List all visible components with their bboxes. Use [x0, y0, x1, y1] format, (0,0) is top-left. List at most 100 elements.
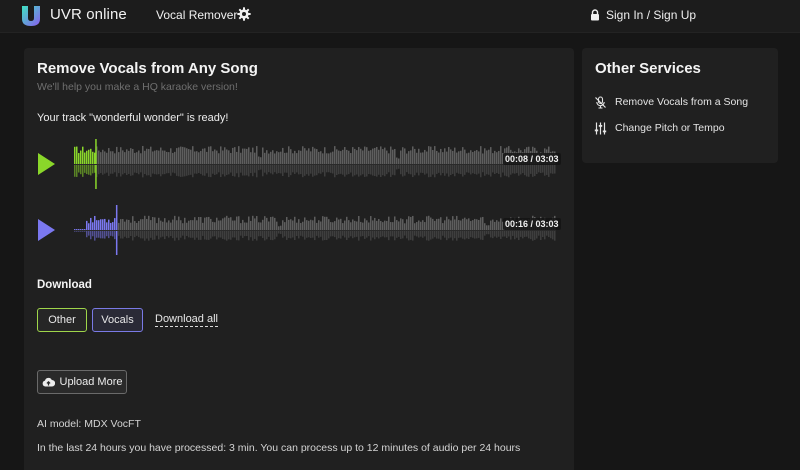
waveform-vocals[interactable]: [74, 205, 556, 255]
wave-bar: [366, 231, 368, 238]
wave-bar: [304, 231, 306, 240]
wave-bar: [188, 149, 190, 164]
wave-bar: [170, 165, 172, 176]
download-vocals-button[interactable]: Vocals: [92, 308, 143, 332]
wave-bar: [352, 219, 354, 230]
wave-bar: [324, 147, 326, 164]
wave-bar: [412, 215, 414, 230]
wave-bar: [74, 229, 76, 230]
wave-bar: [128, 231, 130, 238]
wave-bar: [362, 222, 364, 230]
wave-bar: [476, 219, 478, 230]
wave-bar: [170, 231, 172, 237]
wave-bar: [372, 165, 374, 176]
waveform-other[interactable]: [74, 139, 556, 189]
wave-bar: [186, 222, 188, 230]
wave-bar: [150, 146, 152, 164]
wave-bar: [268, 221, 270, 230]
wave-bar: [294, 165, 296, 174]
wave-bar: [134, 231, 136, 238]
uvr-logo-icon[interactable]: [20, 4, 42, 28]
wave-bar: [452, 165, 454, 174]
play-icon[interactable]: [37, 152, 56, 176]
wave-bar: [102, 149, 104, 164]
wave-bar: [204, 231, 206, 240]
wave-bar: [278, 226, 280, 230]
wave-bar: [516, 231, 518, 238]
wave-bar: [82, 231, 84, 232]
wave-bar: [214, 231, 216, 237]
wave-bar: [464, 231, 466, 240]
wave-bar: [112, 151, 114, 164]
wave-bar: [122, 150, 124, 164]
wave-bar: [154, 217, 156, 230]
wave-bar: [280, 165, 282, 174]
wave-bar: [456, 152, 458, 164]
wave-bar: [108, 231, 110, 239]
wave-bar: [88, 231, 90, 236]
download-all-link[interactable]: Download all: [155, 313, 218, 327]
wave-bar: [108, 219, 110, 230]
wave-bar: [454, 231, 456, 239]
wave-bar: [286, 165, 288, 173]
wave-bar: [466, 153, 468, 164]
service-change-pitch[interactable]: Change Pitch or Tempo: [594, 121, 725, 135]
wave-bar: [374, 165, 376, 176]
wave-bar: [328, 231, 330, 239]
wave-bar: [342, 223, 344, 230]
wave-bar: [366, 220, 368, 230]
wave-bar: [124, 231, 126, 237]
wave-bar: [140, 231, 142, 239]
play-icon[interactable]: [37, 218, 56, 242]
wave-bar: [514, 231, 516, 240]
wave-bar: [208, 231, 210, 240]
wave-bar: [492, 219, 494, 230]
wave-bar: [170, 148, 172, 164]
wave-bar: [420, 221, 422, 230]
wave-bar: [334, 231, 336, 238]
signin-link[interactable]: Sign In / Sign Up: [590, 7, 696, 23]
wave-bar: [462, 165, 464, 177]
wave-bar: [300, 150, 302, 164]
wave-bar: [286, 231, 288, 240]
wave-bar: [184, 217, 186, 230]
wave-bar: [398, 158, 400, 164]
wave-bar: [130, 148, 132, 164]
wave-bar: [222, 231, 224, 239]
wave-bar: [142, 165, 144, 178]
wave-bar: [272, 150, 274, 164]
wave-bar: [214, 222, 216, 230]
wave-bar: [220, 231, 222, 238]
wave-bar: [368, 165, 370, 175]
wave-bar: [466, 219, 468, 230]
wave-bar: [548, 165, 550, 177]
wave-bar: [540, 231, 542, 241]
wave-bar: [426, 216, 428, 230]
wave-bar: [300, 165, 302, 175]
wave-bar: [194, 231, 196, 240]
wave-bar: [352, 147, 354, 164]
wave-bar: [102, 219, 104, 230]
wave-bar: [386, 220, 388, 230]
wave-bar: [374, 217, 376, 230]
nav-vocal-remover[interactable]: Vocal Remover: [156, 8, 237, 22]
wave-bar: [156, 165, 158, 175]
wave-bar: [472, 165, 474, 174]
gear-icon[interactable]: [237, 7, 251, 21]
download-other-button[interactable]: Other: [37, 308, 87, 332]
wave-bar: [320, 221, 322, 230]
service-remove-vocals[interactable]: Remove Vocals from a Song: [594, 95, 748, 109]
brand-name[interactable]: UVR online: [50, 6, 127, 23]
wave-bar: [286, 216, 288, 230]
wave-bar: [394, 148, 396, 164]
wave-bar: [458, 231, 460, 238]
wave-bar: [488, 165, 490, 175]
wave-bar: [228, 150, 230, 164]
wave-bar: [484, 223, 486, 230]
wave-bar: [80, 150, 82, 164]
wave-bar: [554, 231, 556, 241]
wave-bar: [454, 219, 456, 230]
upload-more-button[interactable]: Upload More: [37, 370, 127, 394]
wave-bar: [490, 147, 492, 164]
wave-bar: [276, 231, 278, 237]
